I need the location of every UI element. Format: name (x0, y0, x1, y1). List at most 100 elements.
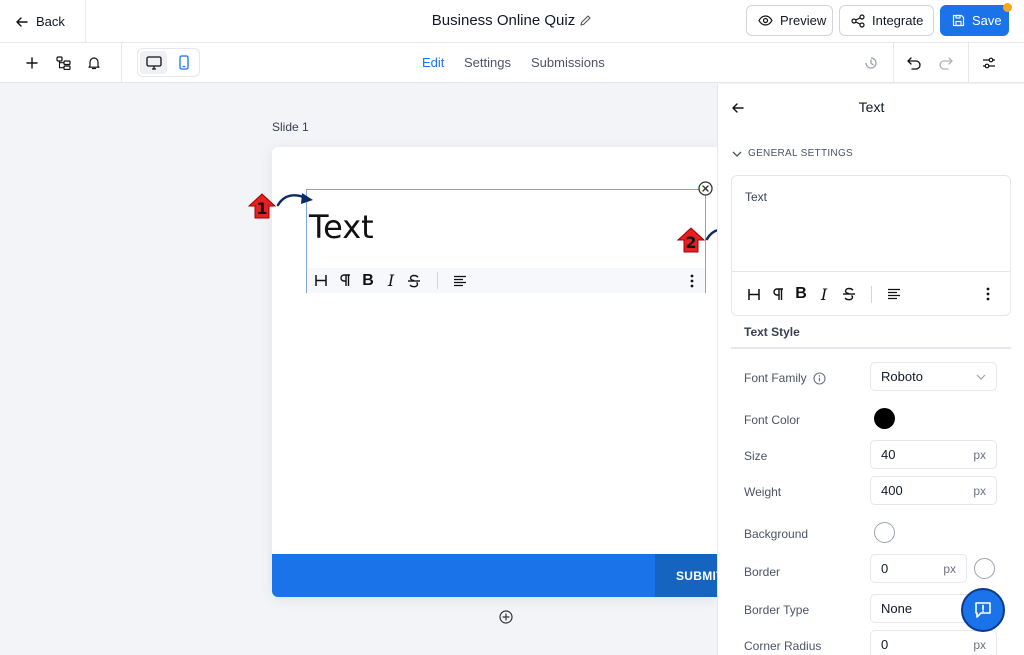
structure-icon[interactable] (53, 53, 73, 73)
preview-label: Preview (780, 13, 827, 28)
chevron-down-icon (976, 374, 986, 380)
tab-edit[interactable]: Edit (422, 55, 444, 70)
more-vertical-icon[interactable] (980, 286, 996, 302)
size-unit: px (973, 447, 986, 462)
corner-radius-unit: px (973, 637, 986, 652)
border-value: 0 (881, 561, 889, 576)
sliders-icon[interactable] (979, 53, 999, 73)
text-style-title: Text Style (744, 325, 800, 339)
border-unit: px (943, 561, 956, 576)
background-swatch[interactable] (874, 522, 895, 543)
paragraph-icon[interactable] (337, 273, 353, 289)
inline-format-bar: B I (307, 268, 705, 293)
strikethrough-icon[interactable] (841, 286, 857, 302)
feedback-button[interactable] (961, 588, 1005, 632)
integrate-button[interactable]: Integrate (839, 5, 934, 36)
redo-icon[interactable] (935, 53, 955, 73)
back-label: Back (36, 14, 65, 29)
border-type-value: None (881, 601, 913, 616)
submit-button[interactable]: SUBMIT (655, 554, 718, 597)
text-block[interactable]: Text B I (306, 189, 706, 293)
slide-label: Slide 1 (272, 120, 309, 134)
corner-radius-value: 0 (881, 637, 889, 652)
border-label: Border (744, 565, 781, 579)
text-editor[interactable]: Text B I (731, 175, 1011, 316)
weight-unit: px (973, 483, 986, 498)
pencil-icon[interactable] (579, 14, 592, 27)
font-family-label-text: Font Family (744, 371, 807, 385)
font-family-select[interactable]: Roboto (870, 362, 997, 391)
integrate-label: Integrate (872, 13, 924, 28)
floppy-icon (952, 14, 965, 27)
divider (121, 43, 122, 83)
heading-icon[interactable] (746, 286, 762, 302)
bold-icon[interactable]: B (360, 272, 376, 289)
tab-settings[interactable]: Settings (464, 55, 511, 70)
save-button[interactable]: Save (940, 5, 1009, 36)
mobile-icon[interactable] (170, 51, 197, 74)
editor-text[interactable]: Text (745, 190, 767, 204)
bell-icon[interactable] (84, 53, 104, 73)
general-settings-toggle[interactable]: GENERAL SETTINGS (732, 148, 853, 159)
align-left-icon[interactable] (452, 273, 468, 289)
chat-alert-icon (973, 600, 993, 620)
slide-footer: SUBMIT (272, 554, 718, 597)
font-family-value: Roboto (881, 369, 923, 384)
properties-panel: Text GENERAL SETTINGS Text B I Text Styl… (717, 84, 1024, 655)
italic-icon[interactable]: I (816, 285, 832, 304)
divider (731, 347, 1011, 349)
corner-radius-label: Corner Radius (744, 639, 822, 653)
preview-button[interactable]: Preview (746, 5, 833, 36)
panel-title: Text (858, 99, 885, 115)
weight-value: 400 (881, 483, 903, 498)
desktop-icon[interactable] (140, 51, 167, 74)
annotation-badge-2: 2 (676, 227, 706, 253)
save-label: Save (972, 13, 1002, 28)
paragraph-icon[interactable] (770, 286, 786, 302)
font-family-label: Font Family (744, 371, 826, 385)
info-icon[interactable] (813, 371, 826, 385)
text-block-content[interactable]: Text (309, 208, 374, 246)
divider (871, 286, 872, 303)
arrow-left-icon (16, 16, 28, 28)
weight-input[interactable]: 400 px (870, 476, 997, 505)
tab-submissions[interactable]: Submissions (531, 55, 605, 70)
font-color-label: Font Color (744, 413, 801, 427)
eye-icon (758, 15, 773, 26)
editor-toolbar: Edit Settings Submissions (0, 43, 1024, 83)
notification-dot (1003, 3, 1012, 12)
border-input[interactable]: 0 px (870, 554, 967, 583)
back-button[interactable]: Back (0, 0, 86, 43)
more-vertical-icon[interactable] (684, 273, 700, 289)
top-bar: Back Business Online Quiz Preview Integr… (0, 0, 1024, 43)
plus-icon[interactable] (22, 53, 42, 73)
heading-icon[interactable] (313, 273, 329, 289)
close-circle-icon[interactable] (698, 181, 713, 196)
history-icon[interactable] (861, 53, 881, 73)
weight-label: Weight (744, 485, 782, 499)
editor-format-bar: B I (732, 271, 1010, 316)
undo-icon[interactable] (904, 53, 924, 73)
border-color-swatch[interactable] (974, 558, 995, 579)
share-icon (851, 13, 865, 28)
corner-radius-input[interactable]: 0 px (870, 630, 997, 655)
align-left-icon[interactable] (886, 286, 902, 302)
chevron-down-icon (732, 151, 742, 157)
general-settings-label: GENERAL SETTINGS (748, 148, 854, 159)
bold-icon[interactable]: B (793, 285, 809, 302)
border-type-label: Border Type (744, 603, 810, 617)
italic-icon[interactable]: I (383, 271, 399, 290)
annotation-arrow-1 (276, 189, 316, 209)
size-value: 40 (881, 447, 896, 462)
strikethrough-icon[interactable] (406, 273, 422, 289)
size-label: Size (744, 449, 768, 463)
font-color-swatch[interactable] (874, 408, 895, 429)
divider (893, 43, 894, 83)
device-toggle (137, 48, 200, 77)
annotation-badge-1: 1 (247, 193, 277, 219)
add-slide-icon[interactable] (499, 610, 513, 624)
divider (968, 43, 969, 83)
page-title[interactable]: Business Online Quiz (432, 12, 575, 29)
size-input[interactable]: 40 px (870, 440, 997, 469)
divider (437, 272, 438, 289)
